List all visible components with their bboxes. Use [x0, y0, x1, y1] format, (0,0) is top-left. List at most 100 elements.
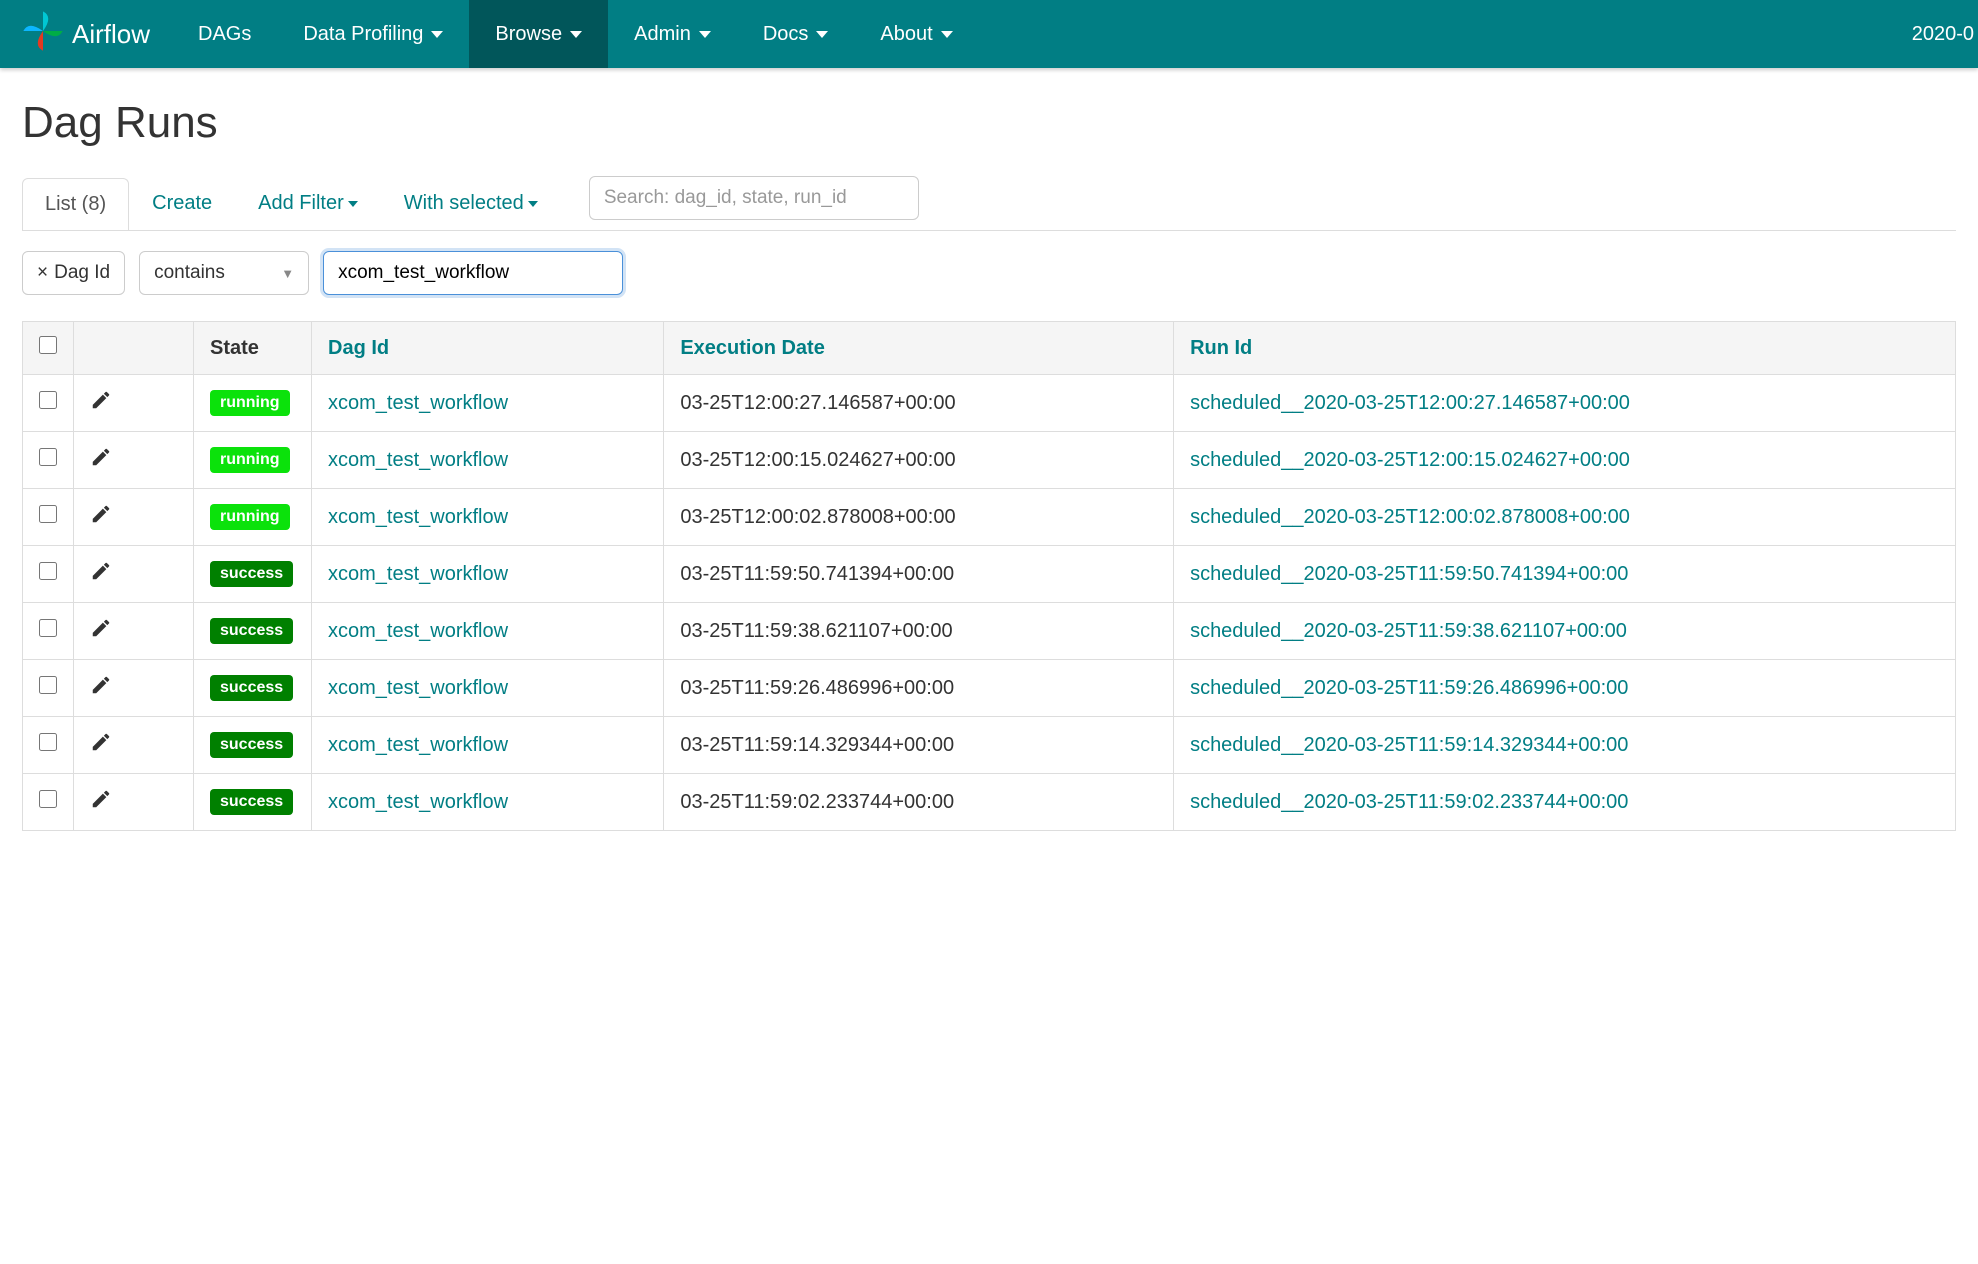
close-icon[interactable]: ×	[37, 262, 48, 284]
dag-id-header[interactable]: Dag Id	[312, 322, 664, 375]
row-run-id[interactable]: scheduled__2020-03-25T11:59:38.621107+00…	[1174, 603, 1956, 660]
filter-op-label: contains	[154, 262, 225, 284]
filter-field-label: Dag Id	[54, 262, 110, 284]
select-all-header	[23, 322, 74, 375]
tab-add-filter-label: Add Filter	[258, 192, 344, 215]
table-row: successxcom_test_workflow03-25T11:59:50.…	[23, 546, 1956, 603]
row-execution-date: 03-25T11:59:38.621107+00:00	[664, 603, 1174, 660]
pencil-icon[interactable]	[90, 565, 112, 587]
nav-item-browse[interactable]: Browse	[469, 0, 608, 68]
row-run-id[interactable]: scheduled__2020-03-25T11:59:50.741394+00…	[1174, 546, 1956, 603]
row-run-id[interactable]: scheduled__2020-03-25T12:00:02.878008+00…	[1174, 489, 1956, 546]
row-dag-id[interactable]: xcom_test_workflow	[312, 603, 664, 660]
row-state-cell: success	[194, 717, 312, 774]
row-select-cell	[23, 603, 74, 660]
table-row: runningxcom_test_workflow03-25T12:00:15.…	[23, 432, 1956, 489]
nav-item-docs[interactable]: Docs	[737, 0, 855, 68]
row-dag-id[interactable]: xcom_test_workflow	[312, 432, 664, 489]
row-dag-id[interactable]: xcom_test_workflow	[312, 375, 664, 432]
filter-field-chip[interactable]: × Dag Id	[22, 251, 125, 295]
tab-with-selected-label: With selected	[404, 192, 524, 215]
pencil-icon[interactable]	[90, 451, 112, 473]
row-execution-date: 03-25T11:59:02.233744+00:00	[664, 774, 1174, 831]
row-select-cell	[23, 717, 74, 774]
filter-op-select[interactable]: contains ▼	[139, 251, 309, 295]
row-run-id[interactable]: scheduled__2020-03-25T12:00:15.024627+00…	[1174, 432, 1956, 489]
page-title: Dag Runs	[22, 98, 1956, 148]
nav-item-label: About	[880, 23, 932, 46]
row-dag-id[interactable]: xcom_test_workflow	[312, 660, 664, 717]
row-run-id[interactable]: scheduled__2020-03-25T12:00:27.146587+00…	[1174, 375, 1956, 432]
row-dag-id[interactable]: xcom_test_workflow	[312, 546, 664, 603]
row-run-id[interactable]: scheduled__2020-03-25T11:59:26.486996+00…	[1174, 660, 1956, 717]
row-dag-id[interactable]: xcom_test_workflow	[312, 489, 664, 546]
pencil-icon[interactable]	[90, 736, 112, 758]
brand[interactable]: Airflow	[0, 0, 172, 68]
airflow-logo-icon	[22, 10, 64, 59]
row-run-id[interactable]: scheduled__2020-03-25T11:59:14.329344+00…	[1174, 717, 1956, 774]
table-header-row: State Dag Id Execution Date Run Id	[23, 322, 1956, 375]
row-checkbox[interactable]	[39, 619, 57, 637]
tab-add-filter[interactable]: Add Filter	[235, 177, 381, 229]
row-checkbox[interactable]	[39, 790, 57, 808]
chevron-down-icon	[528, 201, 538, 207]
row-run-id[interactable]: scheduled__2020-03-25T11:59:02.233744+00…	[1174, 774, 1956, 831]
row-execution-date: 03-25T11:59:50.741394+00:00	[664, 546, 1174, 603]
row-checkbox[interactable]	[39, 448, 57, 466]
status-badge: success	[210, 789, 293, 815]
row-state-cell: running	[194, 432, 312, 489]
row-state-cell: success	[194, 603, 312, 660]
nav-item-data-profiling[interactable]: Data Profiling	[277, 0, 469, 68]
row-checkbox[interactable]	[39, 562, 57, 580]
filter-row: × Dag Id contains ▼	[22, 251, 1956, 295]
pencil-icon[interactable]	[90, 508, 112, 530]
row-dag-id[interactable]: xcom_test_workflow	[312, 774, 664, 831]
pencil-icon[interactable]	[90, 622, 112, 644]
table-row: running xcom_test_workflow03-25T12:00:02.…	[23, 489, 1956, 546]
pencil-icon[interactable]	[90, 793, 112, 815]
page-container: Dag Runs List (8) Create Add Filter With…	[0, 68, 1978, 861]
tab-list[interactable]: List (8)	[22, 178, 129, 230]
status-badge: success	[210, 732, 293, 758]
row-checkbox[interactable]	[39, 676, 57, 694]
row-edit-cell	[74, 717, 194, 774]
nav-item-about[interactable]: About	[854, 0, 978, 68]
select-all-checkbox[interactable]	[39, 336, 57, 354]
status-badge: success	[210, 675, 293, 701]
row-checkbox[interactable]	[39, 391, 57, 409]
row-checkbox[interactable]	[39, 733, 57, 751]
run-id-header[interactable]: Run Id	[1174, 322, 1956, 375]
tab-with-selected[interactable]: With selected	[381, 177, 561, 229]
row-execution-date: 03-25T12:00:02.878008+00:00	[664, 489, 1174, 546]
status-badge: success	[210, 618, 293, 644]
nav-item-admin[interactable]: Admin	[608, 0, 737, 68]
nav-item-dags[interactable]: DAGs	[172, 0, 277, 68]
row-select-cell	[23, 375, 74, 432]
row-edit-cell	[74, 375, 194, 432]
nav-item-label: Data Profiling	[303, 23, 423, 46]
navbar-clock: 2020-0	[1892, 0, 1978, 68]
navbar: Airflow DAGs Data Profiling Browse Admin Doc…	[0, 0, 1978, 68]
row-state-cell: running	[194, 489, 312, 546]
status-badge: running	[210, 504, 290, 530]
nav-item-label: Docs	[763, 23, 809, 46]
execution-date-header[interactable]: Execution Date	[664, 322, 1174, 375]
row-select-cell	[23, 546, 74, 603]
tab-list-label: List (8)	[45, 193, 106, 216]
row-edit-cell	[74, 660, 194, 717]
row-execution-date: 03-25T11:59:26.486996+00:00	[664, 660, 1174, 717]
search-box	[589, 176, 919, 220]
row-state-cell: success	[194, 546, 312, 603]
filter-value-input[interactable]	[323, 251, 623, 295]
row-edit-cell	[74, 489, 194, 546]
pencil-icon[interactable]	[90, 394, 112, 416]
search-input[interactable]	[589, 176, 919, 220]
row-checkbox[interactable]	[39, 505, 57, 523]
chevron-down-icon	[941, 31, 953, 38]
tab-create[interactable]: Create	[129, 177, 235, 229]
row-edit-cell	[74, 603, 194, 660]
nav-item-label: Browse	[495, 23, 562, 46]
row-dag-id[interactable]: xcom_test_workflow	[312, 717, 664, 774]
pencil-icon[interactable]	[90, 679, 112, 701]
row-execution-date: 03-25T11:59:14.329344+00:00	[664, 717, 1174, 774]
